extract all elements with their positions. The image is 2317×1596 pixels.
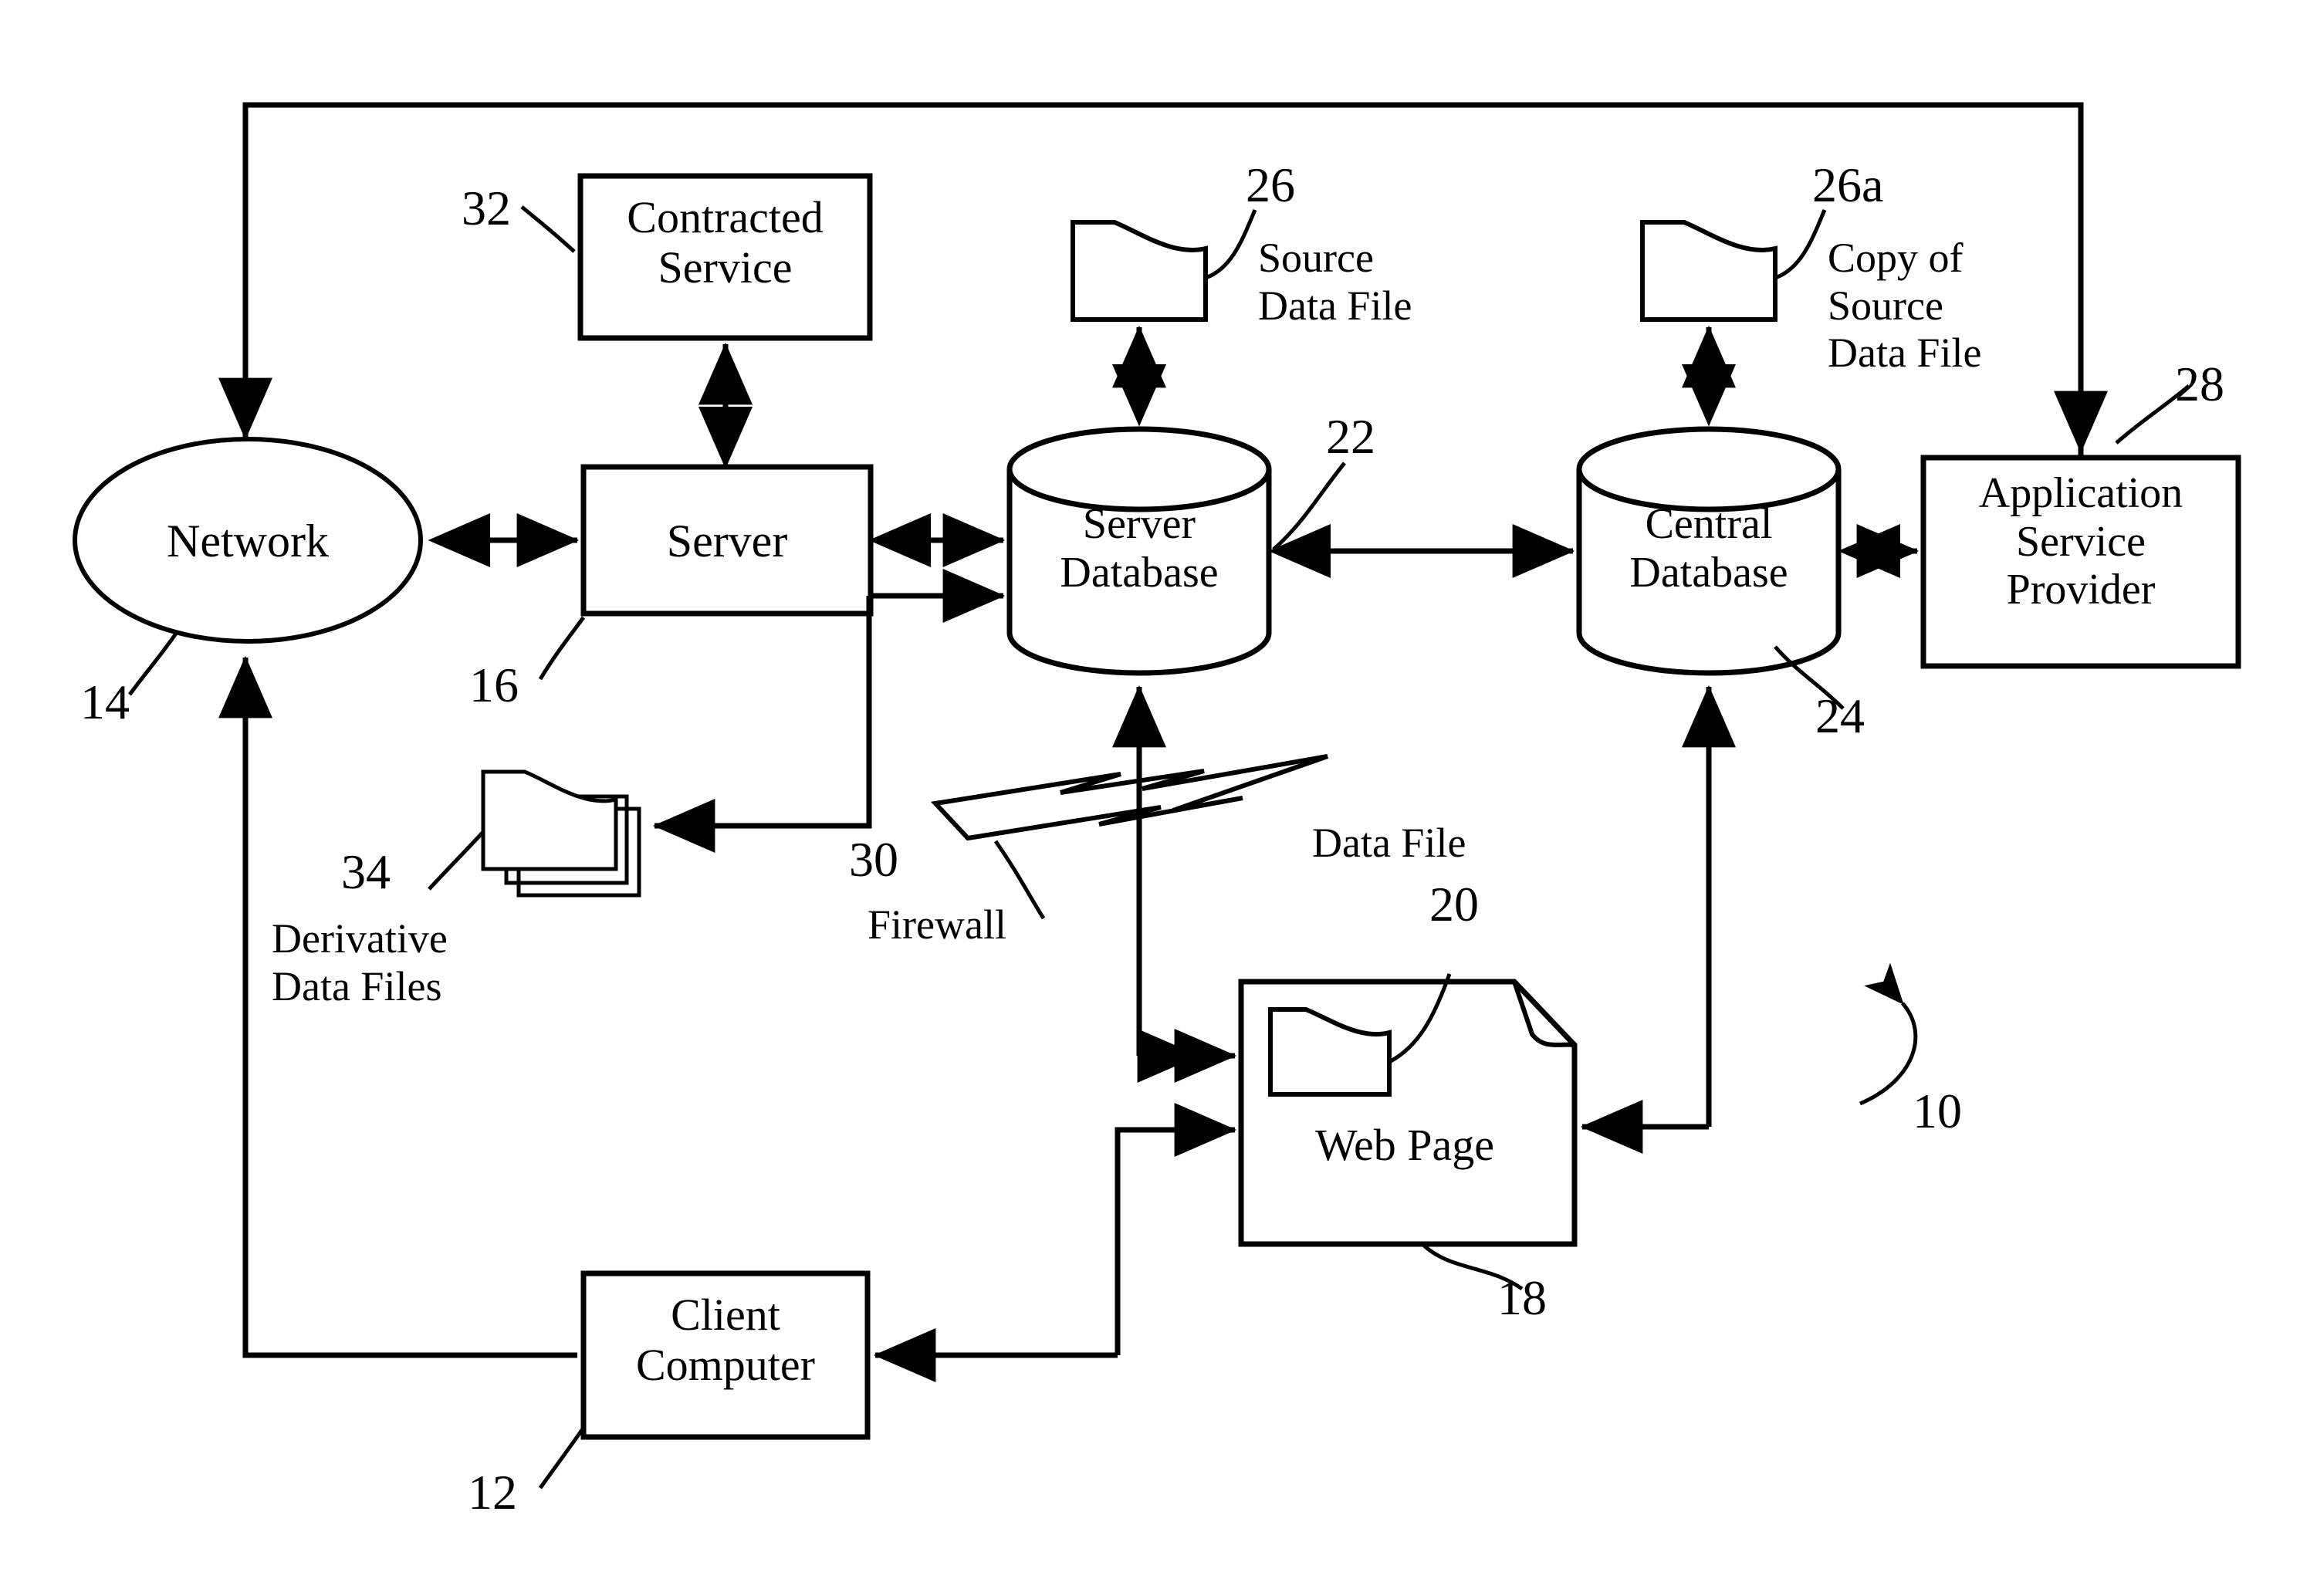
server-database-cylinder bbox=[1006, 426, 1272, 676]
ref-numeral-16: 16 bbox=[469, 658, 519, 712]
copy-of-source-data-file-icon bbox=[1640, 220, 1777, 322]
derivative-data-files-icon bbox=[481, 769, 641, 898]
network-ellipse bbox=[73, 437, 423, 644]
ref-numeral-28: 28 bbox=[2175, 357, 2224, 411]
ref-numeral-26a: 26a bbox=[1812, 157, 1884, 212]
derivative-data-files-label: Derivative Data Files bbox=[272, 915, 448, 1009]
ref-numeral-26: 26 bbox=[1246, 157, 1295, 212]
leader-26a bbox=[1774, 209, 1827, 280]
leader-14 bbox=[127, 630, 180, 696]
leader-16 bbox=[538, 616, 586, 681]
ref-numeral-30: 30 bbox=[849, 832, 898, 887]
source-data-file-label: Source Data File bbox=[1258, 235, 1412, 329]
ref-numeral-32: 32 bbox=[462, 181, 511, 235]
copy-of-source-data-file-label: Copy of Source Data File bbox=[1828, 235, 1982, 377]
leader-34 bbox=[428, 830, 485, 891]
client-to-webpage-link bbox=[1115, 1103, 1237, 1355]
application-service-provider-box bbox=[1920, 455, 2241, 669]
leader-12 bbox=[538, 1426, 586, 1489]
ref-numeral-14: 14 bbox=[80, 675, 130, 729]
firewall-label: Firewall bbox=[868, 901, 1006, 948]
central-database-cylinder bbox=[1576, 426, 1842, 676]
ref-numeral-20: 20 bbox=[1429, 877, 1479, 932]
leader-10 bbox=[1859, 962, 1918, 1106]
asp-to-network-feedback bbox=[242, 102, 2084, 458]
ref-numeral-24: 24 bbox=[1815, 688, 1865, 743]
ref-numeral-22: 22 bbox=[1326, 409, 1375, 464]
client-computer-box bbox=[580, 1270, 871, 1440]
data-file-in-web-page-label: Data File bbox=[1312, 820, 1466, 866]
patent-figure: Network Server Contracted Service Server… bbox=[0, 0, 2317, 1596]
contracted-service-box bbox=[577, 173, 873, 341]
ref-10-value: 10 bbox=[1913, 1084, 1962, 1138]
leader-22 bbox=[1272, 462, 1346, 551]
server-box bbox=[580, 464, 874, 617]
leader-32 bbox=[520, 205, 576, 253]
ref-numeral-12: 12 bbox=[468, 1465, 517, 1520]
ref-numeral-18: 18 bbox=[1497, 1270, 1547, 1325]
leader-26 bbox=[1205, 209, 1257, 280]
ref-numeral-10: 10 bbox=[1913, 1087, 1962, 1136]
server-derivative-files-link bbox=[652, 596, 872, 853]
source-data-file-icon bbox=[1071, 220, 1208, 322]
firewall-lightning-bolt bbox=[930, 754, 1328, 841]
ref-numeral-34: 34 bbox=[341, 844, 391, 899]
